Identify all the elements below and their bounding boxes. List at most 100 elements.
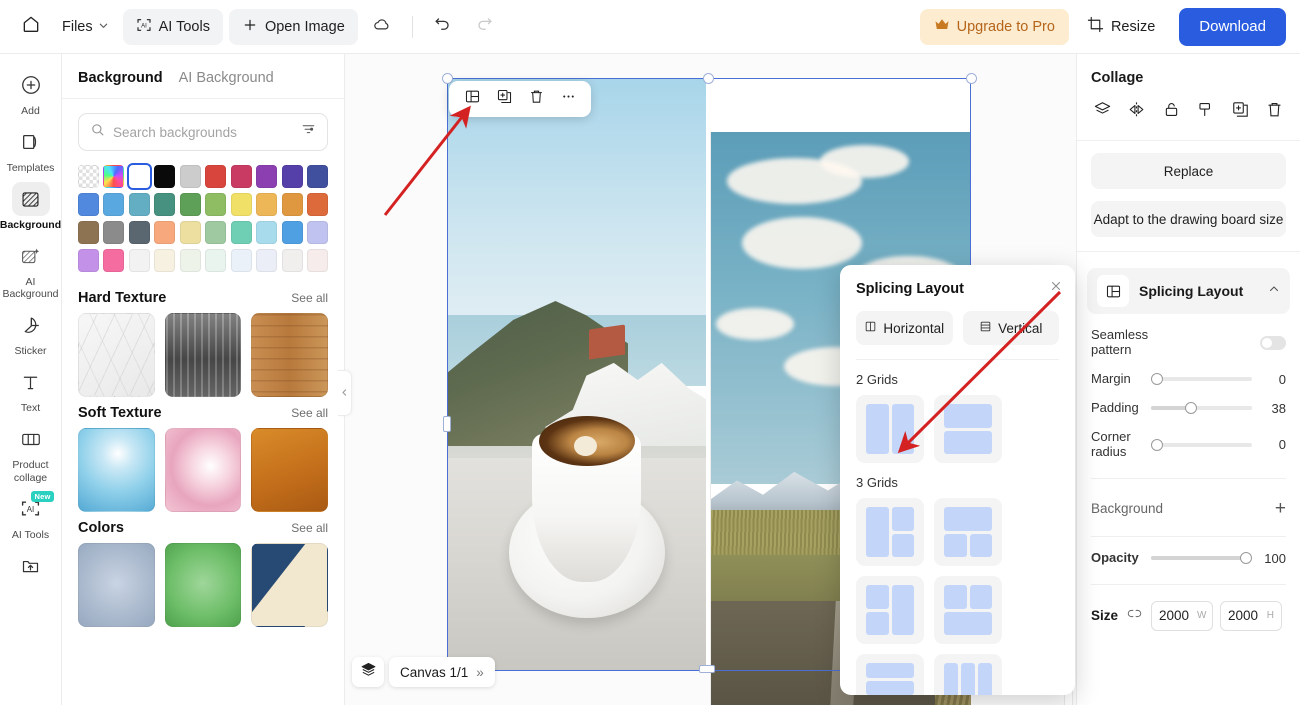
swatch-cream-yellow[interactable] <box>179 220 201 245</box>
tab-ai-background[interactable]: AI Background <box>179 70 274 86</box>
chevron-up-icon[interactable] <box>1268 282 1280 300</box>
sidebar-item-templates[interactable]: Templates <box>2 125 60 174</box>
orientation-horizontal[interactable]: Horizontal <box>856 311 953 345</box>
swatch-black[interactable] <box>154 165 176 189</box>
height-input[interactable] <box>1228 608 1267 624</box>
replace-button[interactable]: Replace <box>1091 153 1286 189</box>
sidebar-item-ai-tools[interactable]: New AI AI Tools <box>2 490 60 541</box>
seamless-pattern-toggle[interactable] <box>1260 335 1286 350</box>
search-input[interactable] <box>113 124 293 140</box>
opacity-slider[interactable] <box>1151 552 1252 565</box>
delete-button[interactable] <box>521 84 551 114</box>
swatch-pale-green[interactable] <box>179 248 201 273</box>
swatch-cream[interactable] <box>154 248 176 273</box>
orientation-vertical[interactable]: Vertical <box>962 311 1059 345</box>
files-menu[interactable]: Files <box>54 13 117 41</box>
thumbnail-metal-texture[interactable] <box>164 313 242 398</box>
swatch-yellow[interactable] <box>230 192 252 217</box>
link-icon[interactable] <box>1127 606 1142 626</box>
resize-handle-bottom-center[interactable] <box>699 665 715 673</box>
panel-collapse-handle[interactable] <box>338 370 352 416</box>
swatch-light-green[interactable] <box>205 192 227 217</box>
swatch-orange[interactable] <box>281 192 303 217</box>
thumbnail-wood-texture[interactable] <box>251 313 329 398</box>
corner-radius-slider[interactable] <box>1151 438 1252 451</box>
tile-grid-2-vertical-split[interactable] <box>856 395 924 463</box>
sidebar-item-text[interactable]: Text <box>2 365 60 414</box>
home-button[interactable] <box>14 10 48 44</box>
sidebar-item-ai-background[interactable]: AI Background <box>2 239 60 300</box>
swatch-brown[interactable] <box>78 220 99 245</box>
see-all-link[interactable]: See all <box>291 291 328 305</box>
sidebar-item-sticker[interactable]: Sticker <box>2 308 60 357</box>
swatch-gold[interactable] <box>256 192 278 217</box>
flip-button[interactable] <box>1122 98 1152 126</box>
thumbnail-pink-silk-texture[interactable] <box>164 428 242 513</box>
tile-grid-2-horizontal-split[interactable] <box>934 395 1002 463</box>
swatch-teal-blue[interactable] <box>128 192 150 217</box>
swatch-violet[interactable] <box>78 248 99 273</box>
tile-grid-3-left-big[interactable] <box>856 498 924 566</box>
swatch-off-white[interactable] <box>128 248 150 273</box>
padding-slider[interactable] <box>1151 402 1252 415</box>
width-field[interactable]: W <box>1151 600 1214 631</box>
swatch-light-gray[interactable] <box>179 165 201 189</box>
thumbnail-green-gradient[interactable] <box>164 543 242 628</box>
swatch-rainbow-picker[interactable] <box>103 165 125 189</box>
tile-grid-3-rows[interactable] <box>856 654 924 695</box>
ai-tools-button[interactable]: AI AI Tools <box>122 8 223 45</box>
swatch-pink[interactable] <box>103 248 125 273</box>
redo-button[interactable] <box>467 9 503 45</box>
crop-shape-button[interactable] <box>1191 98 1221 126</box>
swatch-pale-gray[interactable] <box>281 248 303 273</box>
layers-button[interactable] <box>352 657 384 687</box>
layer-order-button[interactable] <box>1087 98 1117 126</box>
sidebar-item-upload[interactable] <box>2 549 60 586</box>
swatch-royal-blue[interactable] <box>307 165 328 189</box>
splicing-layout-section-header[interactable]: Splicing Layout <box>1087 268 1290 314</box>
upgrade-to-pro-button[interactable]: Upgrade to Pro <box>919 8 1069 45</box>
swatch-pale-blue[interactable] <box>230 248 252 273</box>
swatch-pale-pink[interactable] <box>307 248 328 273</box>
swatch-mint-green[interactable] <box>205 220 227 245</box>
swatch-sky-blue[interactable] <box>103 192 125 217</box>
swatch-purple[interactable] <box>256 165 278 189</box>
open-image-button[interactable]: Open Image <box>228 8 358 45</box>
thumbnail-marble-texture[interactable] <box>78 313 155 398</box>
copy-button[interactable] <box>1225 98 1255 126</box>
swatch-bright-blue[interactable] <box>281 220 303 245</box>
margin-slider[interactable] <box>1151 373 1252 386</box>
width-input[interactable] <box>1159 608 1198 624</box>
download-button[interactable]: Download <box>1179 7 1286 46</box>
resize-handle-top-center[interactable] <box>703 73 714 84</box>
canvas-selector[interactable]: Canvas 1/1 » <box>389 657 495 687</box>
see-all-link[interactable]: See all <box>291 406 328 420</box>
swatch-green[interactable] <box>179 192 201 217</box>
collage-photo-left[interactable] <box>447 78 706 671</box>
thumbnail-navy-cream-split[interactable] <box>251 543 329 628</box>
plus-icon[interactable]: + <box>1275 499 1286 518</box>
thumbnail-blue-gradient[interactable] <box>78 543 155 628</box>
adapt-to-board-button[interactable]: Adapt to the drawing board size <box>1091 201 1286 237</box>
swatch-lavender[interactable] <box>307 220 328 245</box>
resize-handle-top-right[interactable] <box>966 73 977 84</box>
swatch-pale-cyan[interactable] <box>256 220 278 245</box>
see-all-link[interactable]: See all <box>291 521 328 535</box>
swatch-white[interactable] <box>128 165 150 189</box>
swatch-aqua[interactable] <box>230 220 252 245</box>
tile-grid-3-right-tall[interactable] <box>856 576 924 644</box>
sidebar-item-product-collage[interactable]: Product collage <box>2 422 60 484</box>
height-field[interactable]: H <box>1220 600 1283 631</box>
tile-grid-3-columns[interactable] <box>934 654 1002 695</box>
swatch-pale-mint[interactable] <box>205 248 227 273</box>
swatch-deep-orange[interactable] <box>307 192 328 217</box>
swatch-crimson[interactable] <box>230 165 252 189</box>
swatch-red[interactable] <box>205 165 227 189</box>
thumbnail-water-splash-texture[interactable] <box>78 428 155 513</box>
swatch-peach[interactable] <box>154 220 176 245</box>
sidebar-item-background[interactable]: Background <box>0 182 61 231</box>
resize-handle-left-middle[interactable] <box>443 416 451 432</box>
duplicate-button[interactable] <box>489 84 519 114</box>
resize-button[interactable]: Resize <box>1075 9 1167 45</box>
undo-button[interactable] <box>425 9 461 45</box>
